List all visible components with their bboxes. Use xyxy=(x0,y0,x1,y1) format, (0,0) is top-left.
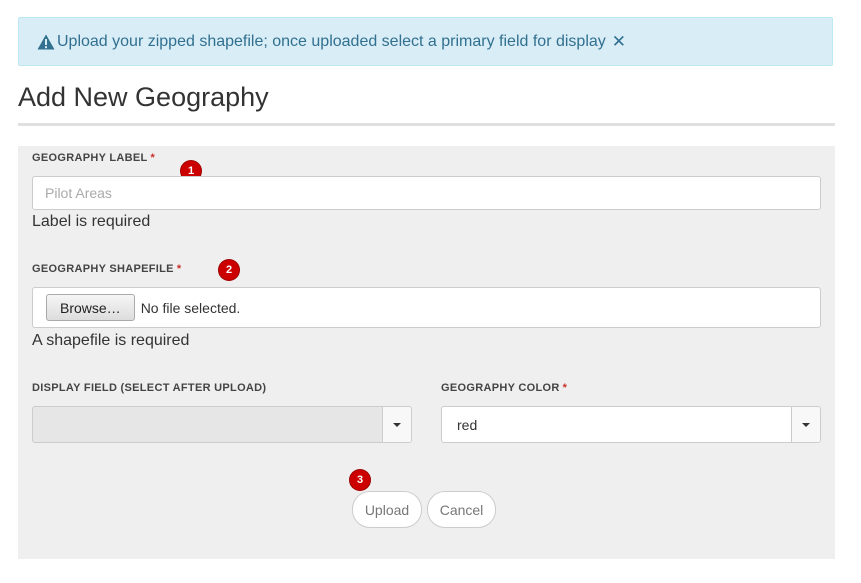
geography-label-input[interactable] xyxy=(32,176,821,210)
geography-color-dropdown-toggle[interactable] xyxy=(791,407,820,442)
file-status-text: No file selected. xyxy=(140,299,241,316)
caret-down-icon xyxy=(802,422,810,427)
step-badge-3: 3 xyxy=(350,470,370,490)
label-error-message: Label is required xyxy=(32,213,151,230)
close-icon[interactable]: ✕ xyxy=(612,32,626,52)
upload-button[interactable]: Upload xyxy=(352,491,422,528)
cancel-button[interactable]: Cancel xyxy=(427,491,496,528)
geography-label-label: GEOGRAPHY LABEL * xyxy=(32,152,155,164)
required-marker: * xyxy=(150,152,156,164)
geography-color-value: red xyxy=(457,416,478,433)
page-title: Add New Geography xyxy=(18,82,269,112)
geography-label-text: GEOGRAPHY LABEL xyxy=(32,152,148,164)
display-field-dropdown-toggle[interactable] xyxy=(382,407,411,442)
display-field-value xyxy=(33,407,382,442)
geography-shapefile-text: GEOGRAPHY SHAPEFILE xyxy=(32,263,174,275)
geography-shapefile-label: GEOGRAPHY SHAPEFILE * xyxy=(32,263,181,275)
display-field-label: DISPLAY FIELD (SELECT AFTER UPLOAD) xyxy=(32,382,267,394)
geography-form: GEOGRAPHY LABEL* 1 Label is required GEO… xyxy=(18,146,835,559)
required-marker: * xyxy=(562,382,568,394)
title-divider xyxy=(18,123,835,126)
geography-color-label: GEOGRAPHY COLOR * xyxy=(441,382,567,394)
required-marker: * xyxy=(176,263,182,275)
caret-down-icon xyxy=(393,422,401,427)
warning-icon xyxy=(37,34,55,49)
display-field-select[interactable] xyxy=(32,406,412,443)
geography-color-text: GEOGRAPHY COLOR xyxy=(441,382,560,394)
shapefile-file-input[interactable]: Browse… No file selected. xyxy=(32,287,821,328)
geography-color-select[interactable]: red xyxy=(441,406,821,443)
browse-button[interactable]: Browse… xyxy=(46,294,135,321)
step-badge-2: 2 xyxy=(219,260,239,280)
shapefile-error-message: A shapefile is required xyxy=(32,332,190,349)
info-alert: Upload your zipped shapefile; once uploa… xyxy=(18,17,833,66)
alert-message: Upload your zipped shapefile; once uploa… xyxy=(57,32,606,50)
